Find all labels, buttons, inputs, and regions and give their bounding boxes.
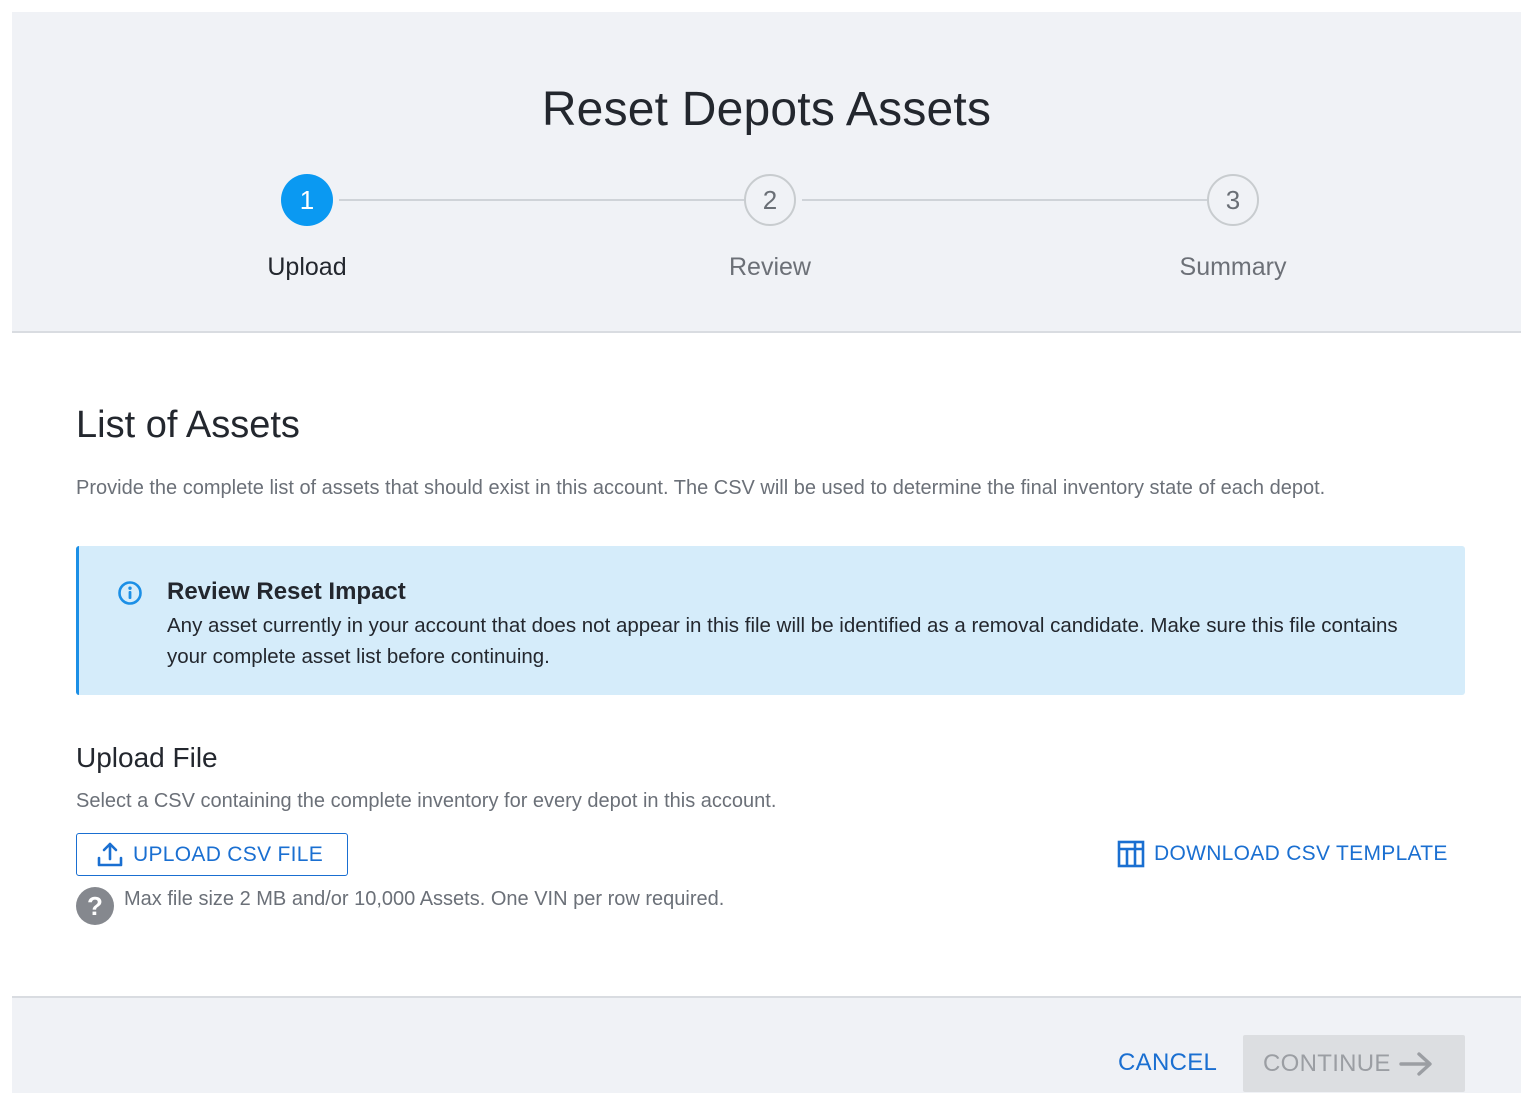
page-title: Reset Depots Assets — [541, 83, 992, 136]
step-3-indicator: 3 — [1207, 174, 1259, 226]
upload-file-description: Select a CSV containing the complete inv… — [76, 790, 777, 812]
assets-section-description: Provide the complete list of assets that… — [76, 477, 1326, 499]
assets-section-title: List of Assets — [76, 404, 300, 446]
step-3-label: Summary — [1179, 253, 1287, 281]
file-requirements-text: Max file size 2 MB and/or 10,000 Assets.… — [124, 887, 725, 910]
alert-body: Any asset currently in your account that… — [167, 614, 1398, 668]
upload-file-title: Upload File — [76, 742, 218, 773]
continue-button-label: CONTINUE — [1263, 1049, 1391, 1077]
wizard-footer: CANCEL CONTINUE — [12, 996, 1521, 1093]
upload-csv-button-label: UPLOAD CSV FILE — [133, 842, 324, 866]
alert-title: Review Reset Impact — [167, 578, 406, 605]
arrow-right-icon — [1399, 1051, 1432, 1076]
upload-csv-button[interactable]: UPLOAD CSV FILE — [76, 833, 348, 876]
help-icon: ? — [76, 887, 114, 925]
step-2-label: Review — [729, 253, 811, 281]
review-impact-alert: Review Reset Impact Any asset currently … — [76, 546, 1465, 695]
file-requirements: ? Max file size 2 MB and/or 10,000 Asset… — [76, 887, 724, 925]
stepper-connector-1 — [339, 199, 744, 201]
upload-icon — [97, 842, 123, 866]
download-csv-template-link[interactable]: DOWNLOAD CSV TEMPLATE — [1116, 839, 1448, 869]
step-1-label: Upload — [267, 253, 347, 281]
wizard-header: Reset Depots Assets 1 2 3 Upload Review … — [12, 12, 1521, 333]
step-1-indicator: 1 — [281, 174, 333, 226]
table-icon — [1117, 840, 1145, 868]
reset-depots-modal: Reset Depots Assets 1 2 3 Upload Review … — [12, 12, 1521, 1093]
info-icon — [118, 581, 142, 605]
stepper-connector-2 — [802, 199, 1207, 201]
step-2-indicator: 2 — [744, 174, 796, 226]
cancel-button[interactable]: CANCEL — [1118, 1049, 1217, 1077]
continue-button[interactable]: CONTINUE — [1243, 1035, 1465, 1092]
download-csv-template-label: DOWNLOAD CSV TEMPLATE — [1154, 842, 1448, 865]
